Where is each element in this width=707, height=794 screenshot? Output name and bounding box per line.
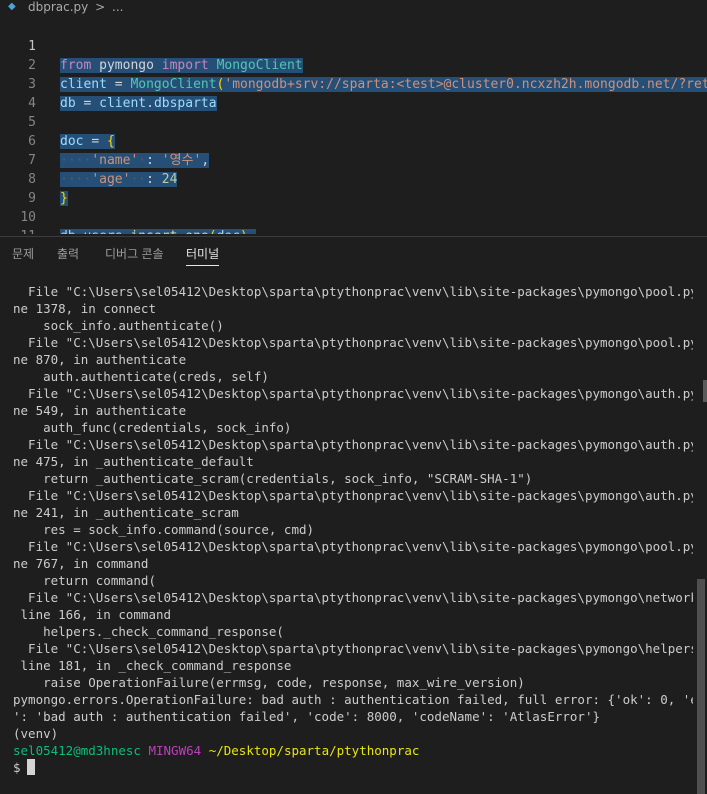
code-line-3[interactable]: 3 db = client.dbsparta: [0, 56, 707, 111]
code-line-4[interactable]: 4: [0, 75, 707, 111]
scrollbar-marker: [703, 380, 707, 402]
breadcrumb: ◆ dbprac.py > ...: [0, 0, 707, 14]
code-line-7[interactable]: 7 ····'age'··: 24: [0, 132, 707, 187]
terminal-line: sock_info.authenticate(): [13, 318, 224, 333]
terminal-line: ne 767, in command: [13, 556, 149, 571]
terminal-line: res = sock_info.command(source, cmd): [13, 522, 315, 537]
terminal-output[interactable]: File "C:\Users\sel05412\Desktop\sparta\p…: [0, 283, 693, 794]
terminal-prompt-line: sel05412@md3hnesc MINGW64 ~/Desktop/spar…: [13, 742, 419, 759]
terminal-line: ne 870, in authenticate: [13, 352, 187, 367]
code-line-5[interactable]: 5 doc = {: [0, 94, 707, 149]
breadcrumb-file[interactable]: dbprac.py: [28, 0, 88, 14]
input-prompt: $: [13, 760, 21, 775]
tab-output[interactable]: 출력: [57, 246, 79, 266]
terminal-line: line 181, in _check_command_response: [13, 658, 292, 673]
terminal-line: raise OperationFailure(errmsg, code, res…: [13, 675, 525, 690]
terminal-line: File "C:\Users\sel05412\Desktop\sparta\p…: [13, 386, 693, 401]
terminal-line: auth.authenticate(creds, self): [13, 369, 269, 384]
tab-terminal[interactable]: 터미널: [186, 246, 220, 266]
code-line-6[interactable]: 6 ····'name'·: '영수',: [0, 113, 707, 168]
terminal-cursor: [26, 759, 35, 775]
breadcrumb-more[interactable]: ...: [112, 0, 123, 14]
terminal-input-line[interactable]: $: [13, 759, 35, 776]
terminal-line: helpers._check_command_response(: [13, 624, 284, 639]
terminal-line: ': 'bad auth : authentication failed', '…: [13, 709, 600, 724]
breadcrumb-separator: >: [95, 0, 106, 14]
terminal-line: auth_func(credentials, sock_info): [13, 420, 292, 435]
terminal-line: File "C:\Users\sel05412\Desktop\sparta\p…: [13, 590, 693, 605]
tab-debug-console[interactable]: 디버그 콘솔: [105, 246, 164, 266]
code-line-1[interactable]: 1 from pymongo import MongoClient: [0, 18, 707, 73]
terminal-line: ne 1378, in connect: [13, 301, 156, 316]
code-line-8[interactable]: 8 }: [0, 151, 707, 206]
terminal-line: return _authenticate_scram(credentials, …: [13, 471, 533, 486]
panel-tab-bar: 문제 출력 디버그 콘솔 터미널: [0, 237, 707, 271]
terminal-line: line 166, in command: [13, 607, 172, 622]
terminal-line: File "C:\Users\sel05412\Desktop\sparta\p…: [13, 437, 693, 452]
terminal-line: File "C:\Users\sel05412\Desktop\sparta\p…: [13, 284, 693, 299]
terminal-line: pymongo.errors.OperationFailure: bad aut…: [13, 692, 693, 707]
terminal-line: (venv): [13, 726, 59, 741]
prompt-host: MINGW64: [148, 743, 202, 758]
terminal-line: File "C:\Users\sel05412\Desktop\sparta\p…: [13, 539, 693, 554]
terminal-line: File "C:\Users\sel05412\Desktop\sparta\p…: [13, 335, 693, 350]
terminal-line: return command(: [13, 573, 156, 588]
code-line-11[interactable]: 11: [0, 208, 707, 234]
terminal-scrollbar-thumb[interactable]: [697, 579, 705, 794]
prompt-user: sel05412@md3hnesc: [13, 743, 141, 758]
terminal-line: ne 241, in _authenticate_scram: [13, 505, 239, 520]
terminal-line: ne 475, in _authenticate_default: [13, 454, 254, 469]
line-number: 11: [0, 227, 36, 234]
code-line-10[interactable]: 10 db.users.insert_one(doc): [0, 189, 707, 234]
python-file-icon: ◆: [8, 1, 16, 12]
terminal-line: ne 549, in authenticate: [13, 403, 187, 418]
code-line-2[interactable]: 2 client = MongoClient('mongodb+srv://sp…: [0, 37, 707, 92]
terminal-line: File "C:\Users\sel05412\Desktop\sparta\p…: [13, 641, 693, 656]
terminal-line: File "C:\Users\sel05412\Desktop\sparta\p…: [13, 488, 693, 503]
prompt-path: ~/Desktop/sparta/ptythonprac: [208, 743, 420, 758]
tab-problems[interactable]: 문제: [12, 246, 34, 266]
code-line-9[interactable]: 9: [0, 170, 707, 206]
code-editor[interactable]: 1 from pymongo import MongoClient 2 clie…: [0, 16, 707, 234]
